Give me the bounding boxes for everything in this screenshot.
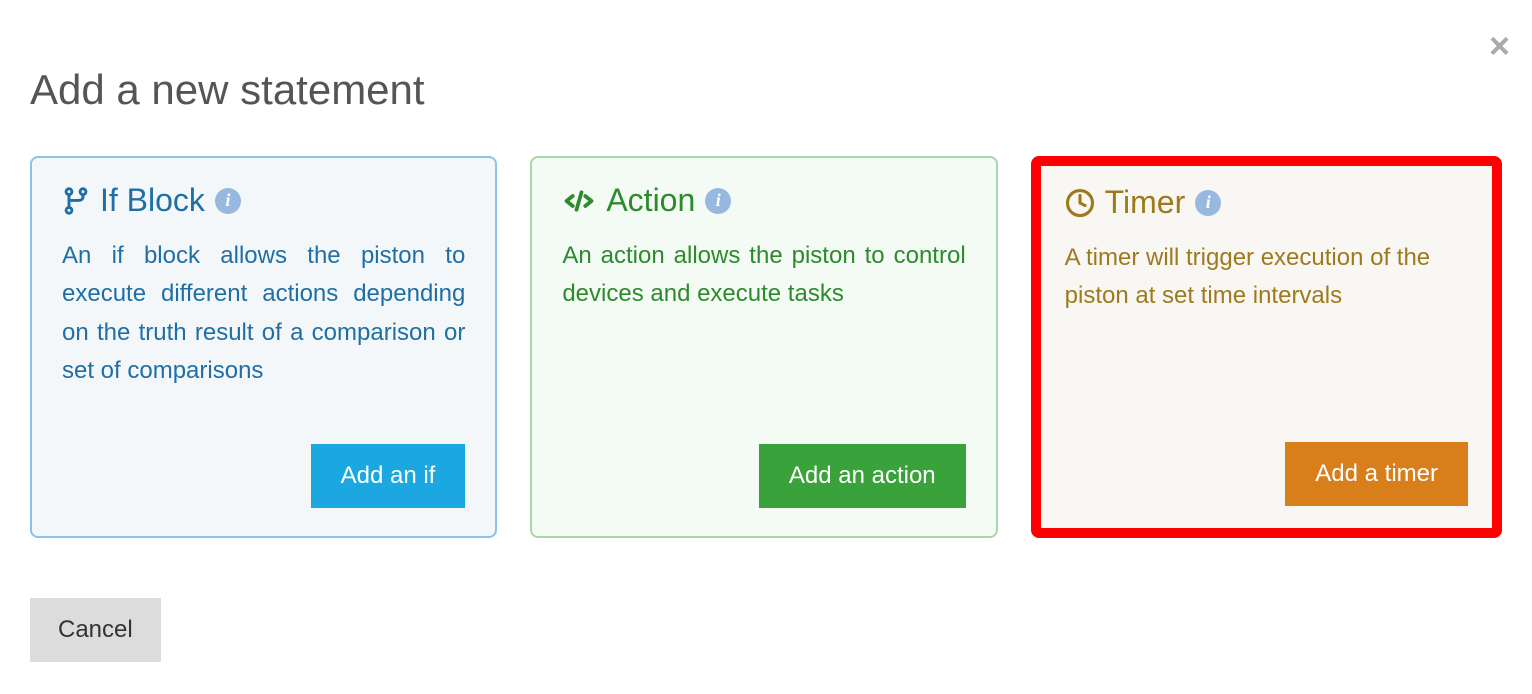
timer-card-title: Timer <box>1105 184 1186 221</box>
branch-icon <box>62 186 90 216</box>
add-timer-button[interactable]: Add a timer <box>1285 442 1468 506</box>
if-card-title: If Block <box>100 182 205 219</box>
action-card-description: An action allows the piston to control d… <box>562 237 965 424</box>
action-card: Action i An action allows the piston to … <box>530 156 997 538</box>
timer-card-header: Timer i <box>1065 184 1468 221</box>
add-if-button[interactable]: Add an if <box>311 444 466 508</box>
if-button-row: Add an if <box>62 444 465 508</box>
if-card-header: If Block i <box>62 182 465 219</box>
close-icon[interactable]: × <box>1489 28 1510 64</box>
if-card-description: An if block allows the piston to execute… <box>62 237 465 424</box>
info-icon[interactable]: i <box>1195 190 1221 216</box>
timer-button-row: Add a timer <box>1065 442 1468 506</box>
info-icon[interactable]: i <box>705 188 731 214</box>
add-statement-modal: × Add a new statement If Block i An if b… <box>0 0 1532 694</box>
add-action-button[interactable]: Add an action <box>759 444 966 508</box>
info-icon[interactable]: i <box>215 188 241 214</box>
code-icon <box>562 186 596 216</box>
action-button-row: Add an action <box>562 444 965 508</box>
timer-card-description: A timer will trigger execution of the pi… <box>1065 239 1468 422</box>
statement-cards-row: If Block i An if block allows the piston… <box>30 156 1502 538</box>
action-card-header: Action i <box>562 182 965 219</box>
timer-card: Timer i A timer will trigger execution o… <box>1031 156 1502 538</box>
cancel-button[interactable]: Cancel <box>30 598 161 662</box>
action-card-title: Action <box>606 182 695 219</box>
modal-title: Add a new statement <box>30 66 1502 114</box>
if-block-card: If Block i An if block allows the piston… <box>30 156 497 538</box>
clock-icon <box>1065 188 1095 218</box>
